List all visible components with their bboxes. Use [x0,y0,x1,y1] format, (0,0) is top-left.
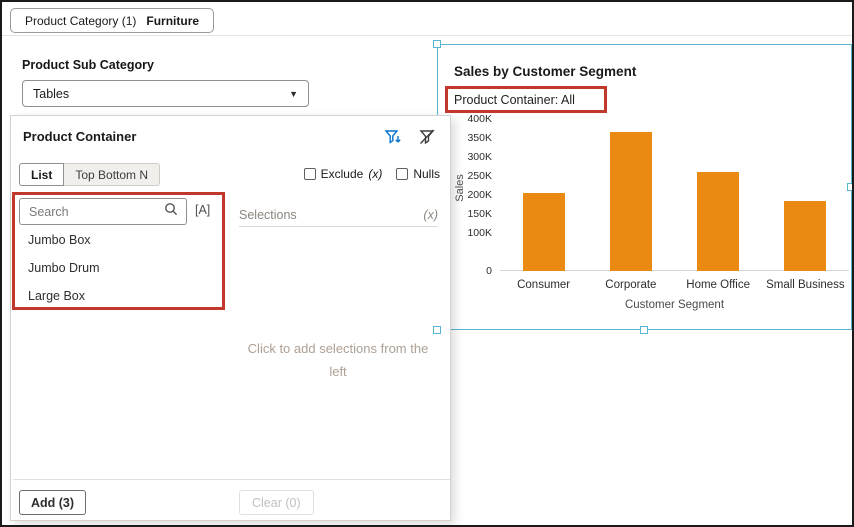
add-button[interactable]: Add (3) [19,490,87,515]
chart-title: Sales by Customer Segment [454,64,637,79]
selection-handle-bottom-left[interactable] [433,326,441,334]
exclude-label: Exclude [320,167,364,181]
dropdown-value: Tables [33,86,70,101]
y-axis-ticks: 400K 350K 300K 250K 200K 150K 100K 0 [452,113,492,277]
x-category-label: Home Office [686,279,750,291]
bar-home-office[interactable] [697,172,740,271]
search-box [19,198,187,225]
selection-handle-bottom-middle[interactable] [640,326,648,334]
panel-title: Product Container [23,129,137,144]
selections-empty-text: Click to add selections from the left [247,341,429,379]
y-tick-label: 350K [467,132,492,144]
product-category-filter-chip[interactable]: Product Category (1) Furniture [10,8,215,33]
bar-corporate[interactable] [609,132,652,271]
product-container-filter-panel: Product Container List Top Bottom N Excl… [10,115,451,521]
y-tick-label: 0 [486,265,492,277]
x-category-label: Consumer [517,279,571,291]
y-tick-label: 400K [467,113,492,125]
nulls-checkbox[interactable]: Nulls [396,167,440,181]
checkbox-icon [303,168,316,180]
topbar-divider [2,35,852,36]
selection-handle-top-left[interactable] [433,40,441,48]
y-tick-label: 300K [467,151,492,163]
list-item[interactable]: Jumbo Drum [19,254,199,282]
selections-count: (x) [423,208,438,222]
footer-divider [13,479,450,480]
search-icon[interactable] [164,202,178,221]
selections-divider [239,226,438,227]
apply-filter-icon[interactable] [384,128,402,146]
y-tick-label: 250K [467,170,492,182]
bar-small-business[interactable] [784,200,827,271]
chevron-down-icon: ▼ [289,88,298,99]
checkbox-icon [396,168,409,180]
exclude-suffix: (x) [368,167,383,181]
sub-category-label: Product Sub Category [22,58,154,72]
y-tick-label: 200K [467,189,492,201]
search-input[interactable] [29,204,164,219]
x-category-label: Small Business [766,279,845,291]
x-category-label: Corporate [605,279,657,291]
list-item[interactable]: Large Box [19,282,199,310]
nulls-label: Nulls [413,167,440,181]
sub-category-dropdown[interactable]: Tables ▼ [22,80,309,107]
app-window: Product Category (1) Furniture Product S… [0,0,854,527]
x-axis-title: Customer Segment [624,299,725,311]
list-item[interactable]: Jumbo Box [19,226,199,254]
clear-filter-icon[interactable] [418,128,436,146]
tab-top-bottom-n[interactable]: Top Bottom N [64,163,161,186]
plot-area: Consumer Corporate Home Office Small Busine… [500,119,849,291]
y-tick-label: 150K [467,208,492,220]
selections-header: Selections [239,208,297,222]
clear-button[interactable]: Clear (0) [239,490,314,515]
exclude-checkbox[interactable]: Exclude (x) [303,167,383,181]
chart-subtitle: Product Container: All [454,92,575,107]
selection-handle-right-middle[interactable] [847,183,852,191]
tab-list[interactable]: List [19,163,65,186]
match-case-button[interactable]: [A] [195,203,210,217]
annotation-box-subtitle: Product Container: All [445,86,607,113]
filter-chip-value: Furniture [146,13,200,28]
bar-consumer[interactable] [522,193,565,271]
filter-mode-tabs: List Top Bottom N [19,163,161,186]
value-list: Jumbo Box Jumbo Drum Large Box [19,226,199,310]
y-tick-label: 100K [467,227,492,239]
filter-chip-label: Product Category (1) [25,13,137,28]
